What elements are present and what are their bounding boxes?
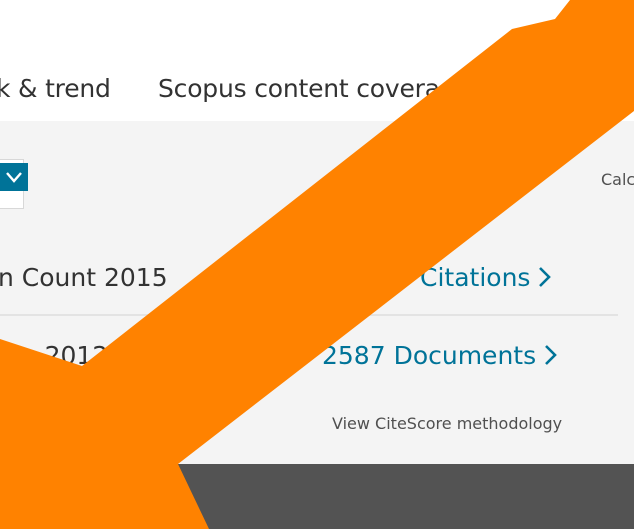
citescore-panel: Calc n Count 2015 Citations nts 2012 258…: [0, 121, 634, 464]
row-divider: [0, 314, 618, 316]
documents-link-text[interactable]: 2587 Documents: [322, 341, 536, 370]
documents-label: nts 2012: [0, 341, 109, 370]
tab-scopus-content-coverage[interactable]: Scopus content coverage: [158, 74, 471, 103]
chevron-right-icon: [544, 343, 558, 372]
chevron-right-icon: [538, 265, 552, 294]
year-select-toggle[interactable]: [0, 163, 28, 191]
page: k & trend Scopus content coverage Calc n…: [0, 0, 634, 529]
tab-rank-trend[interactable]: k & trend: [0, 74, 111, 103]
chevron-down-icon: [6, 172, 22, 183]
view-citescore-methodology-link[interactable]: View CiteScore methodology: [332, 414, 562, 433]
footnote-text: um: [2, 414, 28, 433]
footer-bar: [0, 464, 634, 529]
citations-link-text[interactable]: Citations: [420, 263, 530, 292]
share-icon[interactable]: [2, 486, 20, 512]
calculated-date-text: Calc: [601, 170, 634, 189]
citations-link[interactable]: Citations: [420, 263, 552, 294]
citation-count-label: n Count 2015: [0, 263, 168, 292]
info-icon[interactable]: [38, 486, 62, 514]
documents-link[interactable]: 2587 Documents: [322, 341, 558, 372]
